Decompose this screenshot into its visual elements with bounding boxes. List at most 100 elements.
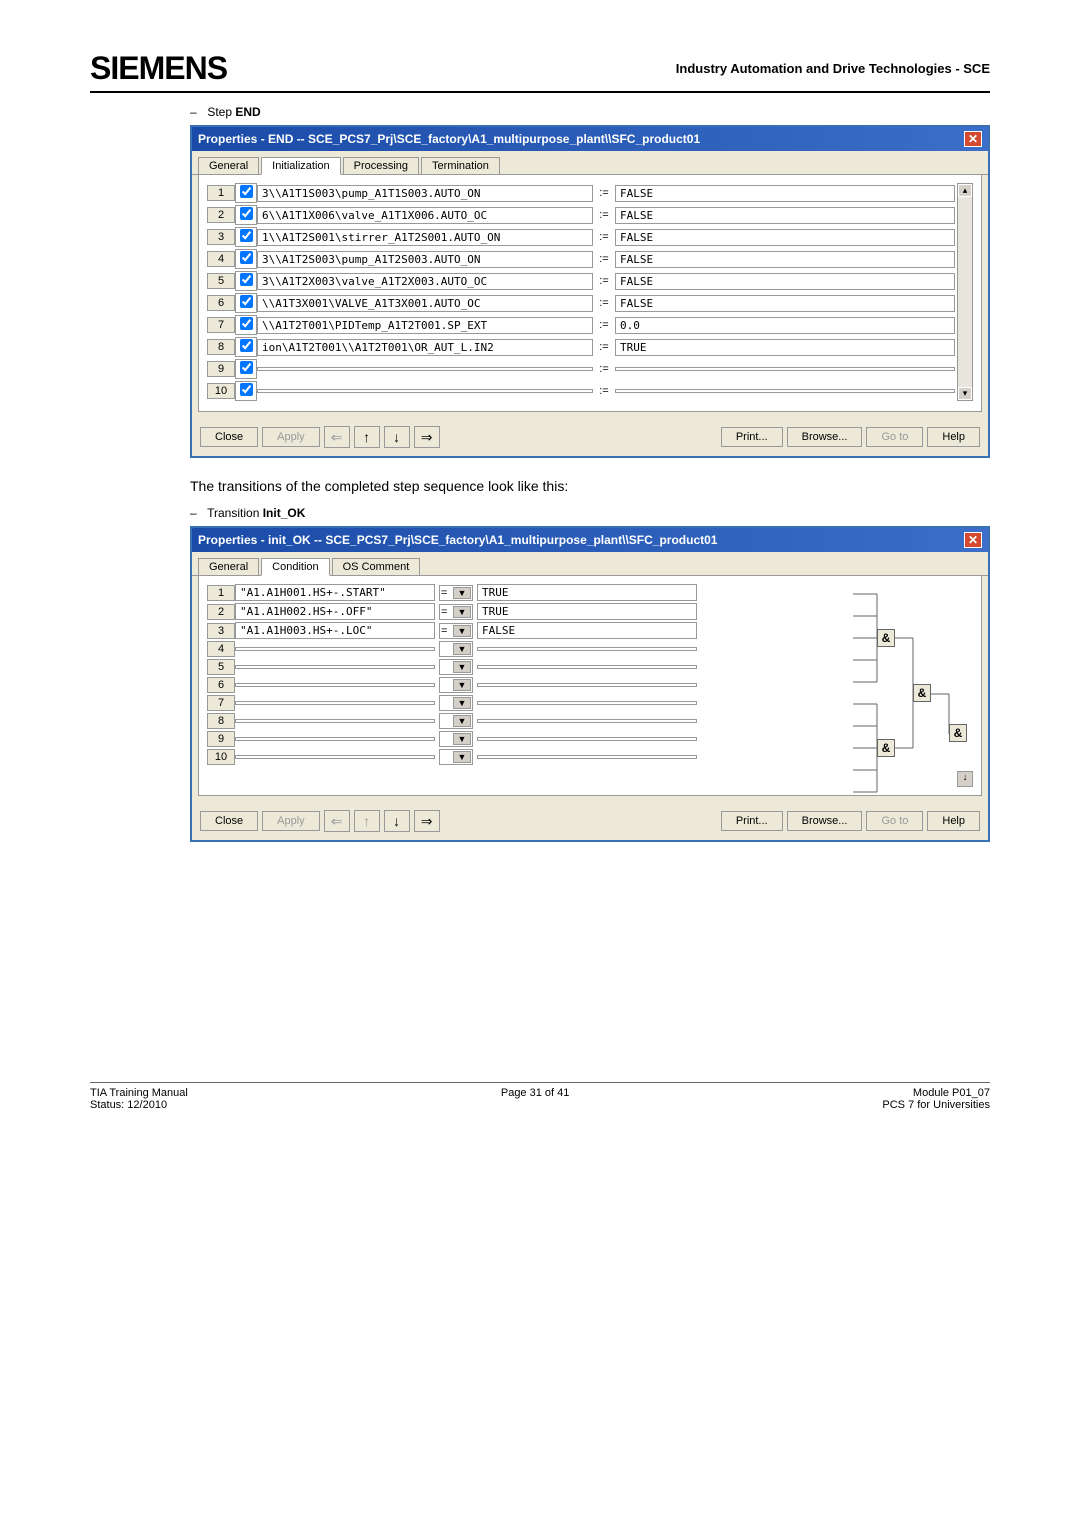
nav-down-icon[interactable]: ↓ [384,426,410,448]
apply-button[interactable]: Apply [262,427,320,447]
tab-general[interactable]: General [198,157,259,174]
apply-button[interactable]: Apply [262,811,320,831]
lhs-field[interactable]: 3\\A1T2S003\pump_A1T2S003.AUTO_ON [257,251,593,268]
operator-select[interactable]: ▼ [439,659,473,675]
tab-os-comment[interactable]: OS Comment [332,558,421,575]
operator-select[interactable]: ▼ [439,713,473,729]
print-button[interactable]: Print... [721,811,783,831]
lhs-field[interactable]: "A1.A1H001.HS+-.START" [235,584,435,601]
rhs-field[interactable]: FALSE [615,185,955,202]
row-checkbox[interactable] [235,227,257,247]
lhs-field[interactable]: \\A1T2T001\PIDTemp_A1T2T001.SP_EXT [257,317,593,334]
row-checkbox[interactable] [235,271,257,291]
operator-select[interactable]: =▼ [439,604,473,620]
rhs-field[interactable] [615,389,955,393]
row-checkbox[interactable] [235,359,257,379]
row-checkbox[interactable] [235,249,257,269]
row-checkbox[interactable] [235,337,257,357]
tab-processing[interactable]: Processing [343,157,419,174]
rhs-field[interactable]: TRUE [477,603,697,620]
rhs-field[interactable]: TRUE [615,339,955,356]
rhs-field[interactable] [615,367,955,371]
nav-first-icon[interactable]: ⇐ [324,426,350,448]
lhs-field[interactable] [235,719,435,723]
rhs-field[interactable]: FALSE [615,295,955,312]
rhs-field[interactable]: FALSE [615,273,955,290]
close-button[interactable]: Close [200,427,258,447]
chevron-down-icon[interactable]: ▼ [453,679,471,691]
operator-select[interactable]: ▼ [439,641,473,657]
browse-button[interactable]: Browse... [787,427,863,447]
rhs-field[interactable] [477,683,697,687]
print-button[interactable]: Print... [721,427,783,447]
chevron-down-icon[interactable]: ▼ [453,606,471,618]
nav-up-icon[interactable]: ↑ [354,810,380,832]
operator-select[interactable]: ▼ [439,731,473,747]
nav-down-icon[interactable]: ↓ [384,810,410,832]
rhs-field[interactable]: FALSE [615,251,955,268]
scroll-up-icon[interactable]: ▴ [958,184,972,197]
rhs-field[interactable] [477,647,697,651]
nav-first-icon[interactable]: ⇐ [324,810,350,832]
lhs-field[interactable]: ion\A1T2T001\\A1T2T001\OR_AUT_L.IN2 [257,339,593,356]
scrollbar-vertical[interactable]: ▴ ▾ [957,183,973,401]
rhs-field[interactable]: 0.0 [615,317,955,334]
lhs-field[interactable]: "A1.A1H002.HS+-.OFF" [235,603,435,620]
lhs-field[interactable] [235,647,435,651]
lhs-field[interactable]: 3\\A1T1S003\pump_A1T1S003.AUTO_ON [257,185,593,202]
tab-initialization[interactable]: Initialization [261,157,340,175]
nav-up-icon[interactable]: ↑ [354,426,380,448]
rhs-field[interactable]: FALSE [477,622,697,639]
rhs-field[interactable] [477,701,697,705]
rhs-field[interactable] [477,755,697,759]
row-checkbox[interactable] [235,293,257,313]
browse-button[interactable]: Browse... [787,811,863,831]
chevron-down-icon[interactable]: ▼ [453,587,471,599]
chevron-down-icon[interactable]: ▼ [453,625,471,637]
operator-select[interactable]: ▼ [439,677,473,693]
lhs-field[interactable] [235,755,435,759]
rhs-field[interactable]: FALSE [615,207,955,224]
row-checkbox[interactable] [235,381,257,401]
rhs-field[interactable] [477,719,697,723]
goto-button[interactable]: Go to [866,427,923,447]
lhs-field[interactable]: "A1.A1H003.HS+-.LOC" [235,622,435,639]
rhs-field[interactable]: FALSE [615,229,955,246]
lhs-field[interactable]: 6\\A1T1X006\valve_A1T1X006.AUTO_OC [257,207,593,224]
lhs-field[interactable] [235,683,435,687]
lhs-field[interactable]: 1\\A1T2S001\stirrer_A1T2S001.AUTO_ON [257,229,593,246]
lhs-field[interactable] [257,367,593,371]
tab-condition[interactable]: Condition [261,558,329,576]
dialog2-close-button[interactable]: ✕ [964,532,982,548]
tab-termination[interactable]: Termination [421,157,500,174]
operator-select[interactable]: =▼ [439,623,473,639]
rhs-field[interactable]: TRUE [477,584,697,601]
row-checkbox[interactable] [235,205,257,225]
lhs-field[interactable]: 3\\A1T2X003\valve_A1T2X003.AUTO_OC [257,273,593,290]
operator-select[interactable]: ▼ [439,749,473,765]
row-checkbox[interactable] [235,183,257,203]
operator-select[interactable]: ▼ [439,695,473,711]
lhs-field[interactable] [257,389,593,393]
rhs-field[interactable] [477,737,697,741]
lhs-field[interactable]: \\A1T3X001\VALVE_A1T3X001.AUTO_OC [257,295,593,312]
row-checkbox[interactable] [235,315,257,335]
help-button[interactable]: Help [927,427,980,447]
lhs-field[interactable] [235,701,435,705]
chevron-down-icon[interactable]: ▼ [453,643,471,655]
rhs-field[interactable] [477,665,697,669]
lhs-field[interactable] [235,737,435,741]
chevron-down-icon[interactable]: ▼ [453,751,471,763]
tab-general[interactable]: General [198,558,259,575]
chevron-down-icon[interactable]: ▼ [453,697,471,709]
dialog1-close-button[interactable]: ✕ [964,131,982,147]
chevron-down-icon[interactable]: ▼ [453,715,471,727]
chevron-down-icon[interactable]: ▼ [453,733,471,745]
lhs-field[interactable] [235,665,435,669]
close-button[interactable]: Close [200,811,258,831]
chevron-down-icon[interactable]: ▼ [453,661,471,673]
nav-last-icon[interactable]: ⇒ [414,426,440,448]
scroll-down-icon[interactable]: ▾ [958,387,972,400]
operator-select[interactable]: =▼ [439,585,473,601]
nav-last-icon[interactable]: ⇒ [414,810,440,832]
